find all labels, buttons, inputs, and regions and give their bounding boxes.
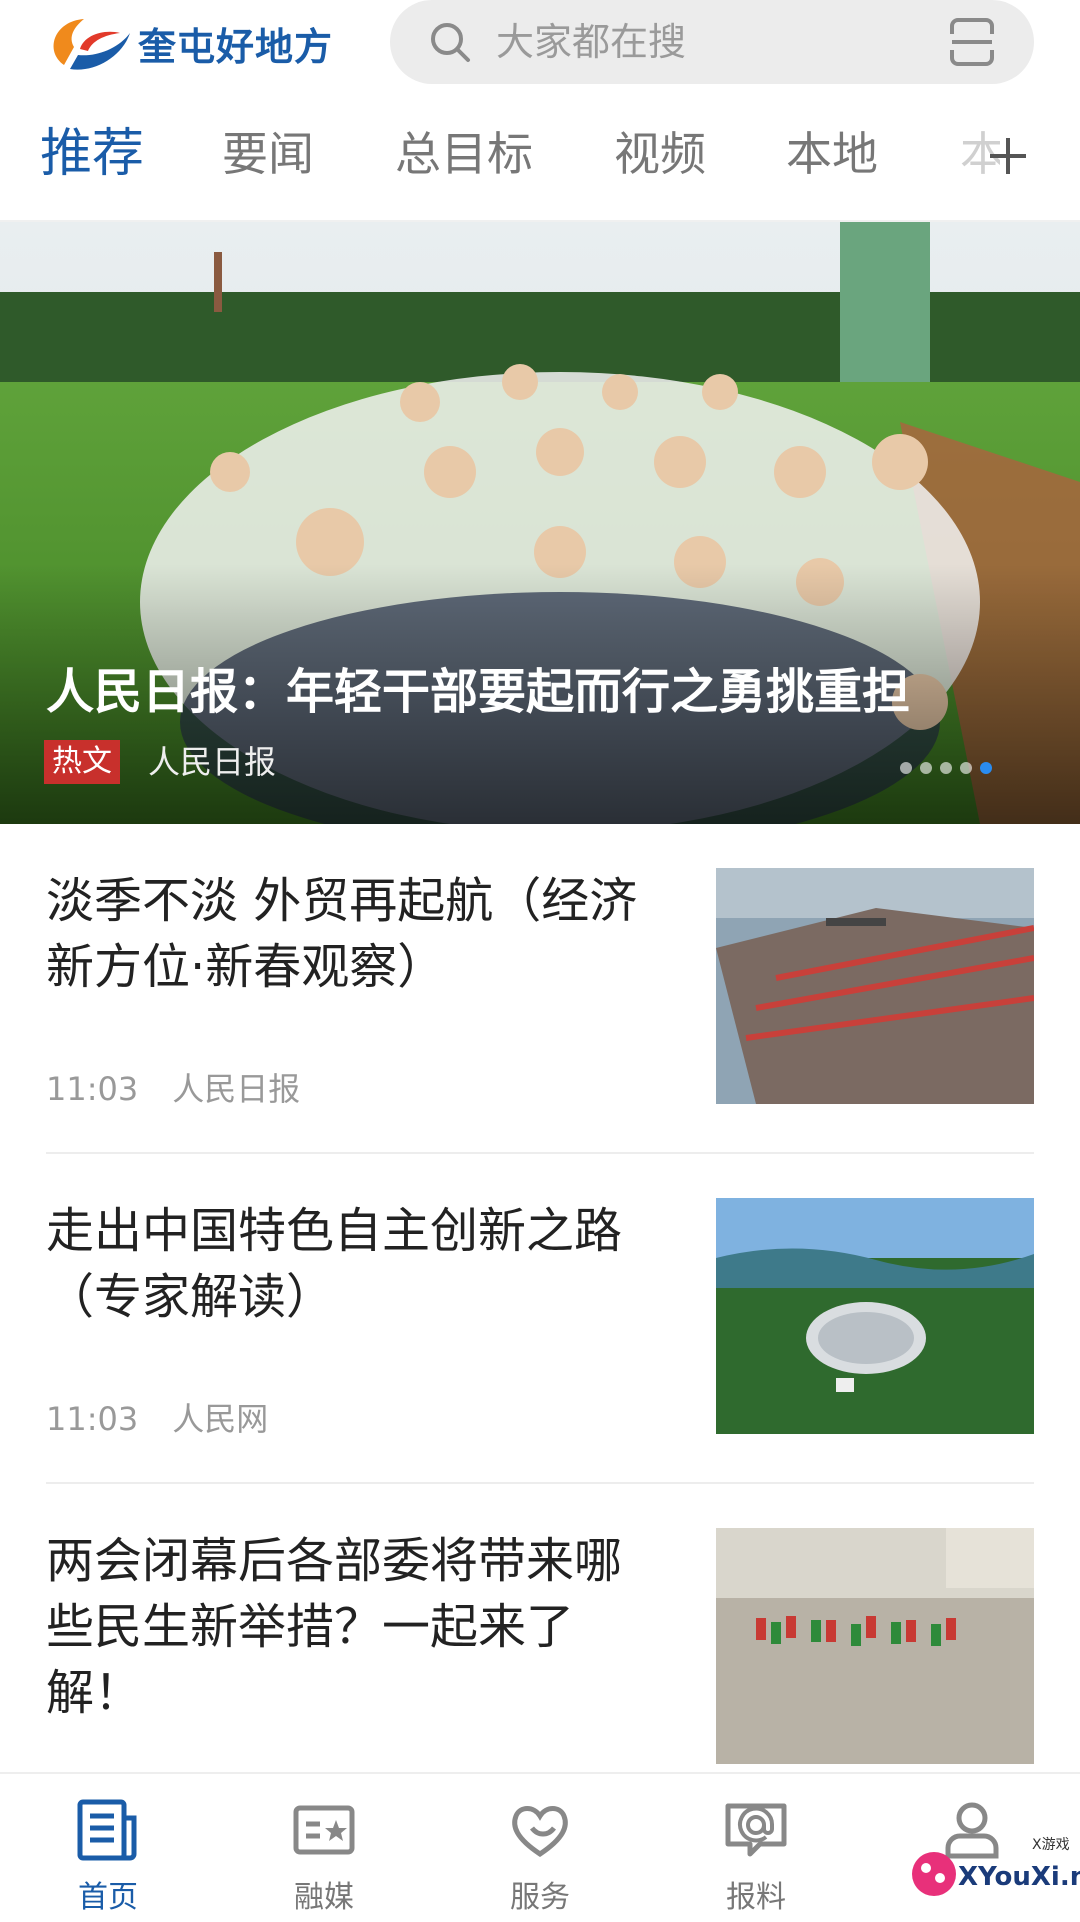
carousel-dot-active [980, 762, 992, 774]
app-name: 奎屯好地方 [138, 24, 334, 69]
tab-goals[interactable]: 总目标 [395, 124, 533, 184]
hot-badge: 热文 [44, 740, 120, 784]
category-tabs: 推荐 要闻 总目标 视频 本地 本 [0, 112, 1080, 212]
news-title[interactable]: 两会闭幕后各部委将带来哪些民生新举措？一起来了解！ [46, 1528, 666, 1726]
news-icon [77, 1799, 137, 1861]
news-time: 11:03 [46, 1400, 139, 1438]
nav-label: 融媒 [294, 1880, 354, 1915]
nav-service[interactable]: 服务 [432, 1774, 648, 1922]
news-title[interactable]: 淡季不淡 外贸再起航（经济新方位·新春观察） [46, 868, 666, 1000]
nav-media[interactable]: 融媒 [216, 1774, 432, 1922]
separator [46, 1482, 1034, 1484]
media-card-icon [293, 1805, 355, 1855]
hero-source: 人民日报 [148, 743, 277, 781]
news-item[interactable]: 两会闭幕后各部委将带来哪些民生新举措？一起来了解！ [46, 1528, 1034, 1768]
news-meta: 11:03 人民网 [46, 1394, 302, 1440]
carousel-dot [920, 762, 932, 774]
nav-label: 报料 [726, 1880, 786, 1915]
separator [46, 1152, 1034, 1154]
tab-local[interactable]: 本地 [786, 124, 878, 184]
scan-icon[interactable] [946, 16, 998, 68]
search-placeholder: 大家都在搜 [496, 20, 687, 64]
app-logo[interactable]: 奎屯好地方 [44, 8, 333, 78]
nav-label: 服务 [510, 1880, 570, 1915]
news-item[interactable]: 淡季不淡 外贸再起航（经济新方位·新春观察） 11:03 人民日报 [46, 868, 1034, 1108]
news-source: 人民日报 [172, 1070, 301, 1108]
search-bar[interactable]: 大家都在搜 [390, 0, 1034, 84]
news-thumbnail-dance[interactable] [716, 1528, 1034, 1764]
nav-home[interactable]: 首页 [0, 1774, 216, 1922]
news-source: 人民网 [172, 1400, 269, 1438]
carousel-indicator [900, 762, 992, 774]
hero-title[interactable]: 人民日报：年轻干部要起而行之勇挑重担 [46, 652, 910, 722]
carousel-dot [900, 762, 912, 774]
tab-headlines[interactable]: 要闻 [222, 124, 314, 184]
watermark-logo-icon [912, 1852, 956, 1896]
hero-banner[interactable]: 人民日报：年轻干部要起而行之勇挑重担 热文 人民日报 [0, 222, 1080, 824]
search-icon [431, 23, 470, 62]
watermark-small: X游戏 [1032, 1837, 1070, 1853]
header: 奎屯好地方 大家都在搜 [0, 0, 1080, 100]
heart-service-icon [512, 1806, 568, 1858]
carousel-dot [940, 762, 952, 774]
news-item[interactable]: 走出中国特色自主创新之路（专家解读） 11:03 人民网 [46, 1198, 1034, 1438]
report-chat-icon [725, 1803, 787, 1857]
logo-mark-icon [53, 19, 130, 70]
carousel-dot [960, 762, 972, 774]
tab-video[interactable]: 视频 [614, 124, 706, 184]
news-time: 11:03 [46, 1070, 139, 1108]
news-title[interactable]: 走出中国特色自主创新之路（专家解读） [46, 1198, 666, 1330]
news-thumbnail-port[interactable] [716, 868, 1034, 1104]
watermark-text: XYouXi.net [958, 1862, 1080, 1892]
news-thumbnail-telescope[interactable] [716, 1198, 1034, 1434]
nav-label: 首页 [78, 1880, 138, 1915]
news-meta: 11:03 人民日报 [46, 1064, 334, 1110]
tab-recommend[interactable]: 推荐 [40, 124, 144, 184]
add-channel-icon[interactable] [984, 132, 1032, 180]
nav-report[interactable]: 服务 报料 [648, 1774, 864, 1922]
watermark: X游戏 XYouXi.net [900, 1822, 1080, 1920]
